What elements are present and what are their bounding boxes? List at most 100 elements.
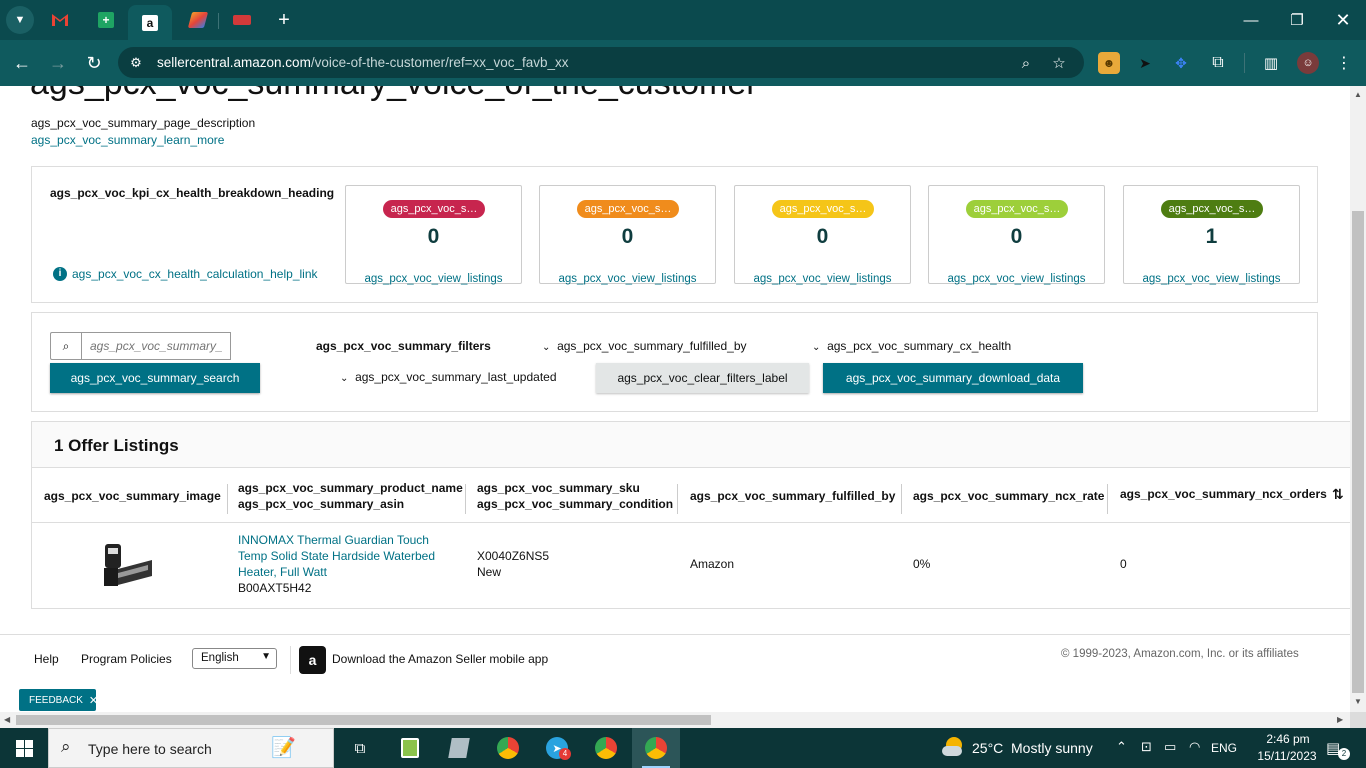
scroll-up-arrow[interactable]: ▲ — [1354, 90, 1362, 99]
header-row-divider — [32, 522, 1350, 523]
filters-label: ags_pcx_voc_summary_filters — [316, 339, 491, 353]
search-input[interactable] — [81, 332, 231, 360]
tab-app[interactable] — [176, 5, 220, 35]
view-listings-link[interactable]: ags_pcx_voc_view_listings — [929, 273, 1104, 285]
meet-icon[interactable]: ⊡ — [1141, 739, 1152, 755]
taskbar-telegram-icon[interactable]: ➤ 4 — [542, 734, 572, 762]
fulfilled-by-filter[interactable]: ⌄ ags_pcx_voc_summary_fulfilled_by — [542, 339, 747, 353]
column-header-fulfilled-by[interactable]: ags_pcx_voc_summary_fulfilled_by — [690, 488, 895, 504]
amazon-app-icon[interactable]: a — [299, 646, 326, 674]
column-header-ncx-rate[interactable]: ags_pcx_voc_summary_ncx_rate — [913, 488, 1104, 504]
url-text[interactable]: sellercentral.amazon.com/voice-of-the-cu… — [157, 55, 569, 70]
address-bar[interactable]: ⚙ sellercentral.amazon.com/voice-of-the-… — [118, 47, 1084, 78]
info-icon: i — [53, 267, 67, 281]
cx-health-filter[interactable]: ⌄ ags_pcx_voc_summary_cx_health — [812, 339, 1011, 353]
wifi-icon[interactable]: ◠ — [1189, 739, 1200, 755]
kpi-badge: ags_pcx_voc_s… — [577, 200, 679, 218]
clock-date[interactable]: 15/11/2023 — [1247, 749, 1327, 763]
weather-temp[interactable]: 25°C — [972, 740, 1003, 756]
weather-icon[interactable] — [942, 737, 964, 759]
clear-filters-button[interactable]: ags_pcx_voc_clear_filters_label — [596, 363, 809, 393]
learn-more-link[interactable]: ags_pcx_voc_summary_learn_more — [31, 133, 224, 147]
kpi-panel: ags_pcx_voc_kpi_cx_health_breakdown_head… — [31, 166, 1318, 303]
taskbar-chrome-icon[interactable] — [493, 734, 523, 762]
footer-program-policies-link[interactable]: Program Policies — [81, 652, 172, 666]
battery-icon[interactable]: ▭ — [1164, 739, 1176, 755]
kpi-badge: ags_pcx_voc_s… — [772, 200, 874, 218]
zoom-search-icon[interactable]: ⌕ — [1014, 51, 1038, 75]
taskbar-app-icon[interactable] — [444, 734, 474, 762]
weather-text[interactable]: Mostly sunny — [1011, 740, 1093, 756]
tab-other[interactable] — [220, 5, 264, 35]
view-listings-link[interactable]: ags_pcx_voc_view_listings — [735, 273, 910, 285]
taskbar-sheets-icon[interactable] — [395, 734, 425, 762]
minimize-button[interactable]: — — [1236, 6, 1266, 34]
close-window-button[interactable]: ✕ — [1328, 6, 1358, 34]
site-settings-icon[interactable]: ⚙ — [124, 51, 148, 75]
profile-avatar[interactable]: ☺ — [1297, 52, 1319, 74]
footer-help-link[interactable]: Help — [34, 652, 59, 666]
taskbar-chrome-profile-icon[interactable] — [591, 734, 621, 762]
start-button[interactable] — [10, 734, 38, 762]
clock-time[interactable]: 2:46 pm — [1253, 732, 1323, 746]
tab-amazon-seller-central[interactable]: a — [128, 5, 172, 40]
scroll-left-arrow[interactable]: ◀ — [4, 715, 10, 724]
listings-header-bar — [32, 422, 1350, 468]
last-updated-filter[interactable]: ⌄ ags_pcx_voc_summary_last_updated — [340, 370, 557, 384]
search-button[interactable]: ags_pcx_voc_summary_search — [50, 363, 260, 393]
column-header-sku[interactable]: ags_pcx_voc_summary_sku — [477, 480, 640, 496]
feedback-button[interactable]: FEEDBACK ✕ — [19, 689, 98, 711]
column-header-ncx-orders[interactable]: ags_pcx_voc_summary_ncx_orders — [1120, 486, 1327, 502]
extension-cookie-icon[interactable]: ☻ — [1098, 52, 1120, 74]
column-header-product-name[interactable]: ags_pcx_voc_summary_product_name — [238, 480, 463, 496]
chevron-up-icon[interactable]: ⌃ — [1116, 739, 1127, 755]
reload-button[interactable]: ↻ — [79, 48, 109, 78]
tab-search-dropdown[interactable]: ▼ — [4, 5, 36, 35]
extension-play-icon[interactable]: ➤ — [1134, 52, 1156, 74]
horizontal-scrollbar-thumb[interactable] — [16, 715, 711, 725]
task-view-icon[interactable]: ⧉ — [345, 734, 375, 762]
new-tab-button[interactable]: + — [264, 5, 304, 35]
back-button[interactable]: ← — [7, 48, 37, 78]
close-icon[interactable]: ✕ — [89, 694, 98, 707]
product-image[interactable] — [102, 540, 154, 592]
column-header-condition[interactable]: ags_pcx_voc_summary_condition — [477, 496, 673, 512]
language-indicator[interactable]: ENG — [1211, 741, 1237, 755]
vertical-scrollbar[interactable]: ▲ ▼ — [1350, 86, 1366, 712]
browser-toolbar: ← → ↻ ⚙ sellercentral.amazon.com/voice-o… — [0, 40, 1366, 86]
tab-sheets[interactable]: + — [84, 5, 128, 35]
extensions-puzzle-icon[interactable]: ⧉ — [1206, 52, 1230, 74]
kpi-value: 0 — [1010, 225, 1023, 248]
side-panel-icon[interactable]: ▥ — [1260, 52, 1282, 74]
bookmark-star-icon[interactable]: ☆ — [1047, 51, 1071, 75]
extension-grid-icon[interactable]: ✥ — [1170, 52, 1192, 74]
language-select-value: English — [201, 652, 239, 664]
sort-icon[interactable]: ⇅ — [1332, 486, 1344, 503]
taskbar-search-box[interactable]: ⌕ Type here to search 📝 — [48, 728, 334, 768]
column-separator — [901, 484, 902, 514]
gmail-icon — [52, 14, 68, 26]
product-name-link[interactable]: INNOMAX Thermal Guardian Touch Temp Soli… — [238, 532, 448, 580]
column-header-asin[interactable]: ags_pcx_voc_summary_asin — [238, 496, 404, 512]
browser-menu-icon[interactable]: ⋮ — [1334, 52, 1354, 74]
view-listings-link[interactable]: ags_pcx_voc_view_listings — [346, 273, 521, 285]
app-icon — [187, 12, 209, 28]
restore-button[interactable]: ❐ — [1282, 6, 1312, 34]
language-select[interactable]: English ▼ — [192, 648, 277, 669]
restore-icon: ❐ — [1290, 12, 1304, 29]
forward-button[interactable]: → — [43, 48, 73, 78]
copyright-text: © 1999-2023, Amazon.com, Inc. or its aff… — [1061, 648, 1299, 660]
view-listings-link[interactable]: ags_pcx_voc_view_listings — [540, 273, 715, 285]
download-data-button[interactable]: ags_pcx_voc_summary_download_data — [823, 363, 1083, 393]
horizontal-scrollbar[interactable]: ◀ ▶ — [0, 712, 1350, 728]
taskbar-active-app[interactable] — [632, 728, 680, 768]
vertical-scrollbar-thumb[interactable] — [1352, 211, 1364, 693]
scroll-right-arrow[interactable]: ▶ — [1337, 715, 1343, 724]
tab-gmail[interactable] — [38, 5, 82, 35]
view-listings-link[interactable]: ags_pcx_voc_view_listings — [1124, 273, 1299, 285]
search-icon: ⌕ — [61, 737, 71, 756]
cx-health-help-link[interactable]: ags_pcx_voc_cx_health_calculation_help_l… — [72, 267, 318, 281]
scroll-down-arrow[interactable]: ▼ — [1354, 697, 1362, 706]
download-app-link[interactable]: Download the Amazon Seller mobile app — [332, 652, 548, 666]
chevron-down-icon: ⌄ — [340, 373, 349, 384]
